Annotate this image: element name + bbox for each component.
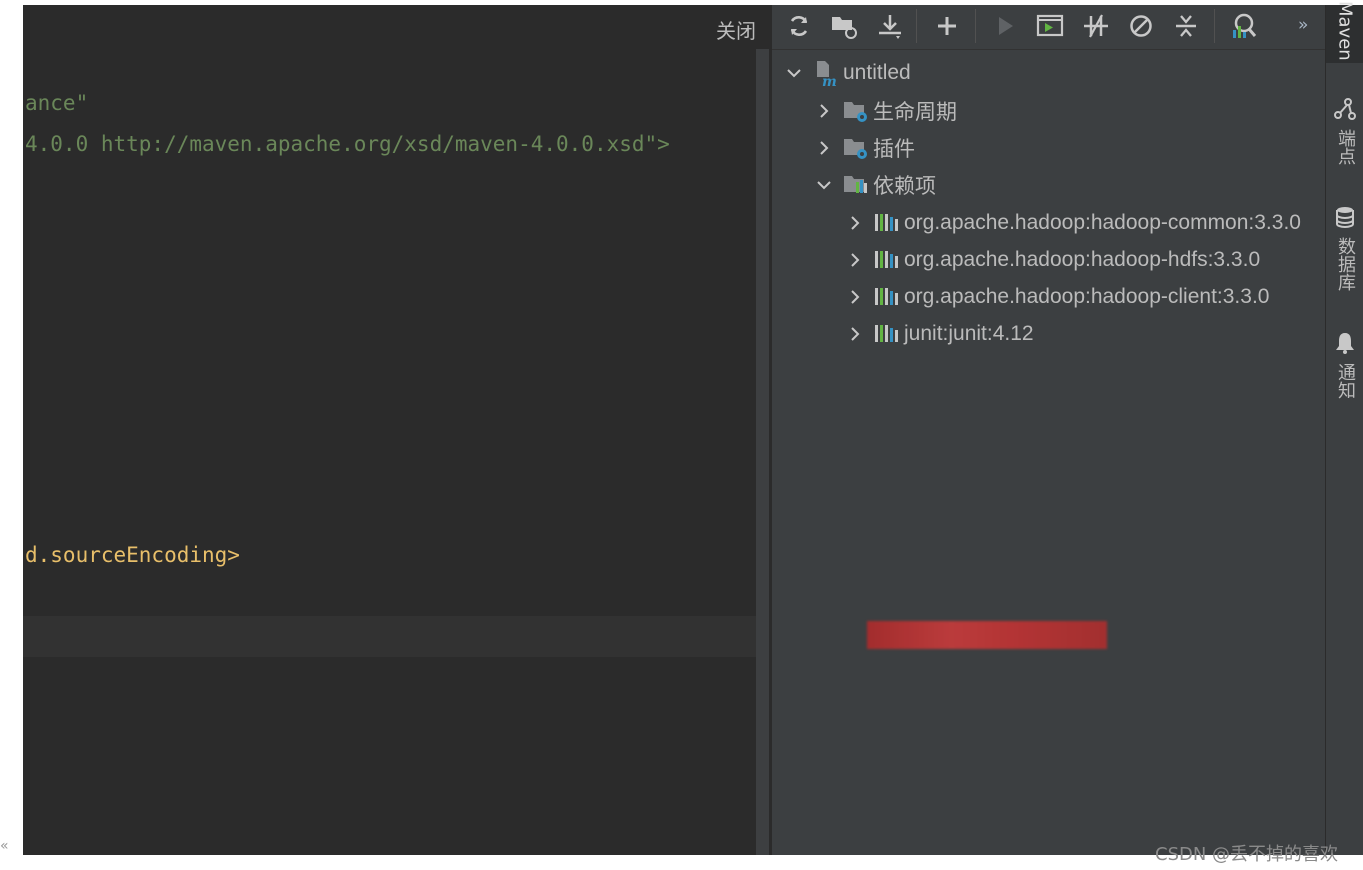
generate-sources-icon[interactable] [829, 11, 859, 41]
folder-gear-icon [842, 98, 870, 124]
dependency-item[interactable]: org.apache.hadoop:hadoop-common:3.3.0 [843, 205, 1301, 241]
svg-text:m: m [822, 74, 837, 87]
code-line[interactable]: 4.0.0 http://maven.apache.org/xsd/maven-… [25, 132, 670, 156]
chevron-right-icon[interactable] [843, 322, 867, 346]
tab-maven-label: Maven [1334, 1, 1356, 61]
maven-tool-window: » m untitled 生命周期 插件 依赖项 org.apache.hado… [772, 5, 1325, 855]
chevron-down-icon[interactable] [782, 61, 806, 85]
chevron-right-icon[interactable] [812, 136, 836, 160]
chevron-right-icon[interactable] [843, 211, 867, 235]
tree-item-dependencies[interactable]: 依赖项 [812, 167, 936, 203]
chevron-right-icon[interactable] [843, 285, 867, 309]
more-actions-button[interactable]: » [1298, 15, 1308, 35]
dependency-item[interactable]: org.apache.hadoop:hadoop-hdfs:3.3.0 [843, 242, 1260, 278]
library-icon [873, 247, 901, 273]
library-icon [873, 284, 901, 310]
tab-maven[interactable]: Maven [1326, 1, 1363, 63]
folder-gear-icon [842, 135, 870, 161]
tab-database[interactable]: 数据库 [1326, 205, 1363, 291]
dependency-label: org.apache.hadoop:hadoop-hdfs:3.3.0 [904, 248, 1261, 271]
code-line[interactable]: ance" [25, 91, 88, 115]
endpoints-icon [1333, 97, 1357, 125]
tab-notifications-label: 通知 [1335, 363, 1356, 399]
toggle-offline-icon[interactable] [1081, 11, 1111, 41]
watermark: CSDN @丢不掉的喜欢 [1155, 844, 1339, 865]
chevron-right-icon[interactable] [843, 248, 867, 272]
download-icon[interactable] [875, 11, 905, 41]
chevron-down-icon[interactable] [812, 173, 836, 197]
maven-project-icon: m [812, 60, 840, 87]
scrollbar-track[interactable] [756, 49, 769, 855]
library-icon [873, 210, 901, 236]
add-icon[interactable] [932, 11, 962, 41]
tree-item-plugins[interactable]: 插件 [812, 130, 915, 166]
tab-endpoints[interactable]: 端点 [1326, 97, 1363, 165]
tree-item-label: 插件 [873, 138, 915, 161]
close-button[interactable]: 关闭 [716, 15, 756, 44]
chevron-right-icon[interactable] [812, 99, 836, 123]
editor-scrollbar[interactable] [756, 5, 772, 855]
dependency-label: org.apache.hadoop:hadoop-common:3.3.0 [904, 211, 1301, 234]
dependency-item[interactable]: junit:junit:4.12 [843, 316, 1034, 352]
code-editor[interactable]: 关闭 ance" 4.0.0 http://maven.apache.org/x… [23, 5, 756, 855]
current-line-highlight [23, 616, 756, 657]
dependency-label: org.apache.hadoop:hadoop-client:3.3.0 [904, 285, 1270, 308]
code-line[interactable]: d.sourceEncoding> [25, 543, 240, 567]
right-tool-strip: Maven 端点 数据库 通知 [1325, 1, 1363, 855]
analyze-dependencies-icon[interactable] [1229, 11, 1259, 41]
redacted-region [867, 621, 1107, 649]
project-name: untitled [843, 61, 911, 84]
execute-goal-icon[interactable] [1035, 11, 1065, 41]
collapse-all-icon[interactable] [1171, 11, 1201, 41]
tab-endpoints-label: 端点 [1335, 129, 1356, 165]
library-icon [873, 321, 901, 347]
dependency-label: junit:junit:4.12 [904, 322, 1034, 345]
tree-item-lifecycle[interactable]: 生命周期 [812, 93, 957, 129]
tree-item-label: 依赖项 [873, 175, 936, 198]
maven-toolbar: » [772, 5, 1325, 50]
tree-item-label: 生命周期 [873, 101, 957, 124]
reload-icon[interactable] [784, 11, 814, 41]
edge-mark: « [0, 838, 9, 854]
tree-root[interactable]: m untitled [782, 55, 911, 91]
tab-notifications[interactable]: 通知 [1326, 331, 1363, 399]
bell-icon [1334, 331, 1356, 359]
skip-tests-icon[interactable] [1126, 11, 1156, 41]
folder-library-icon [842, 172, 870, 198]
tab-database-label: 数据库 [1335, 237, 1356, 291]
run-icon[interactable] [990, 11, 1020, 41]
dependency-item[interactable]: org.apache.hadoop:hadoop-client:3.3.0 [843, 279, 1269, 315]
database-icon [1334, 205, 1356, 233]
